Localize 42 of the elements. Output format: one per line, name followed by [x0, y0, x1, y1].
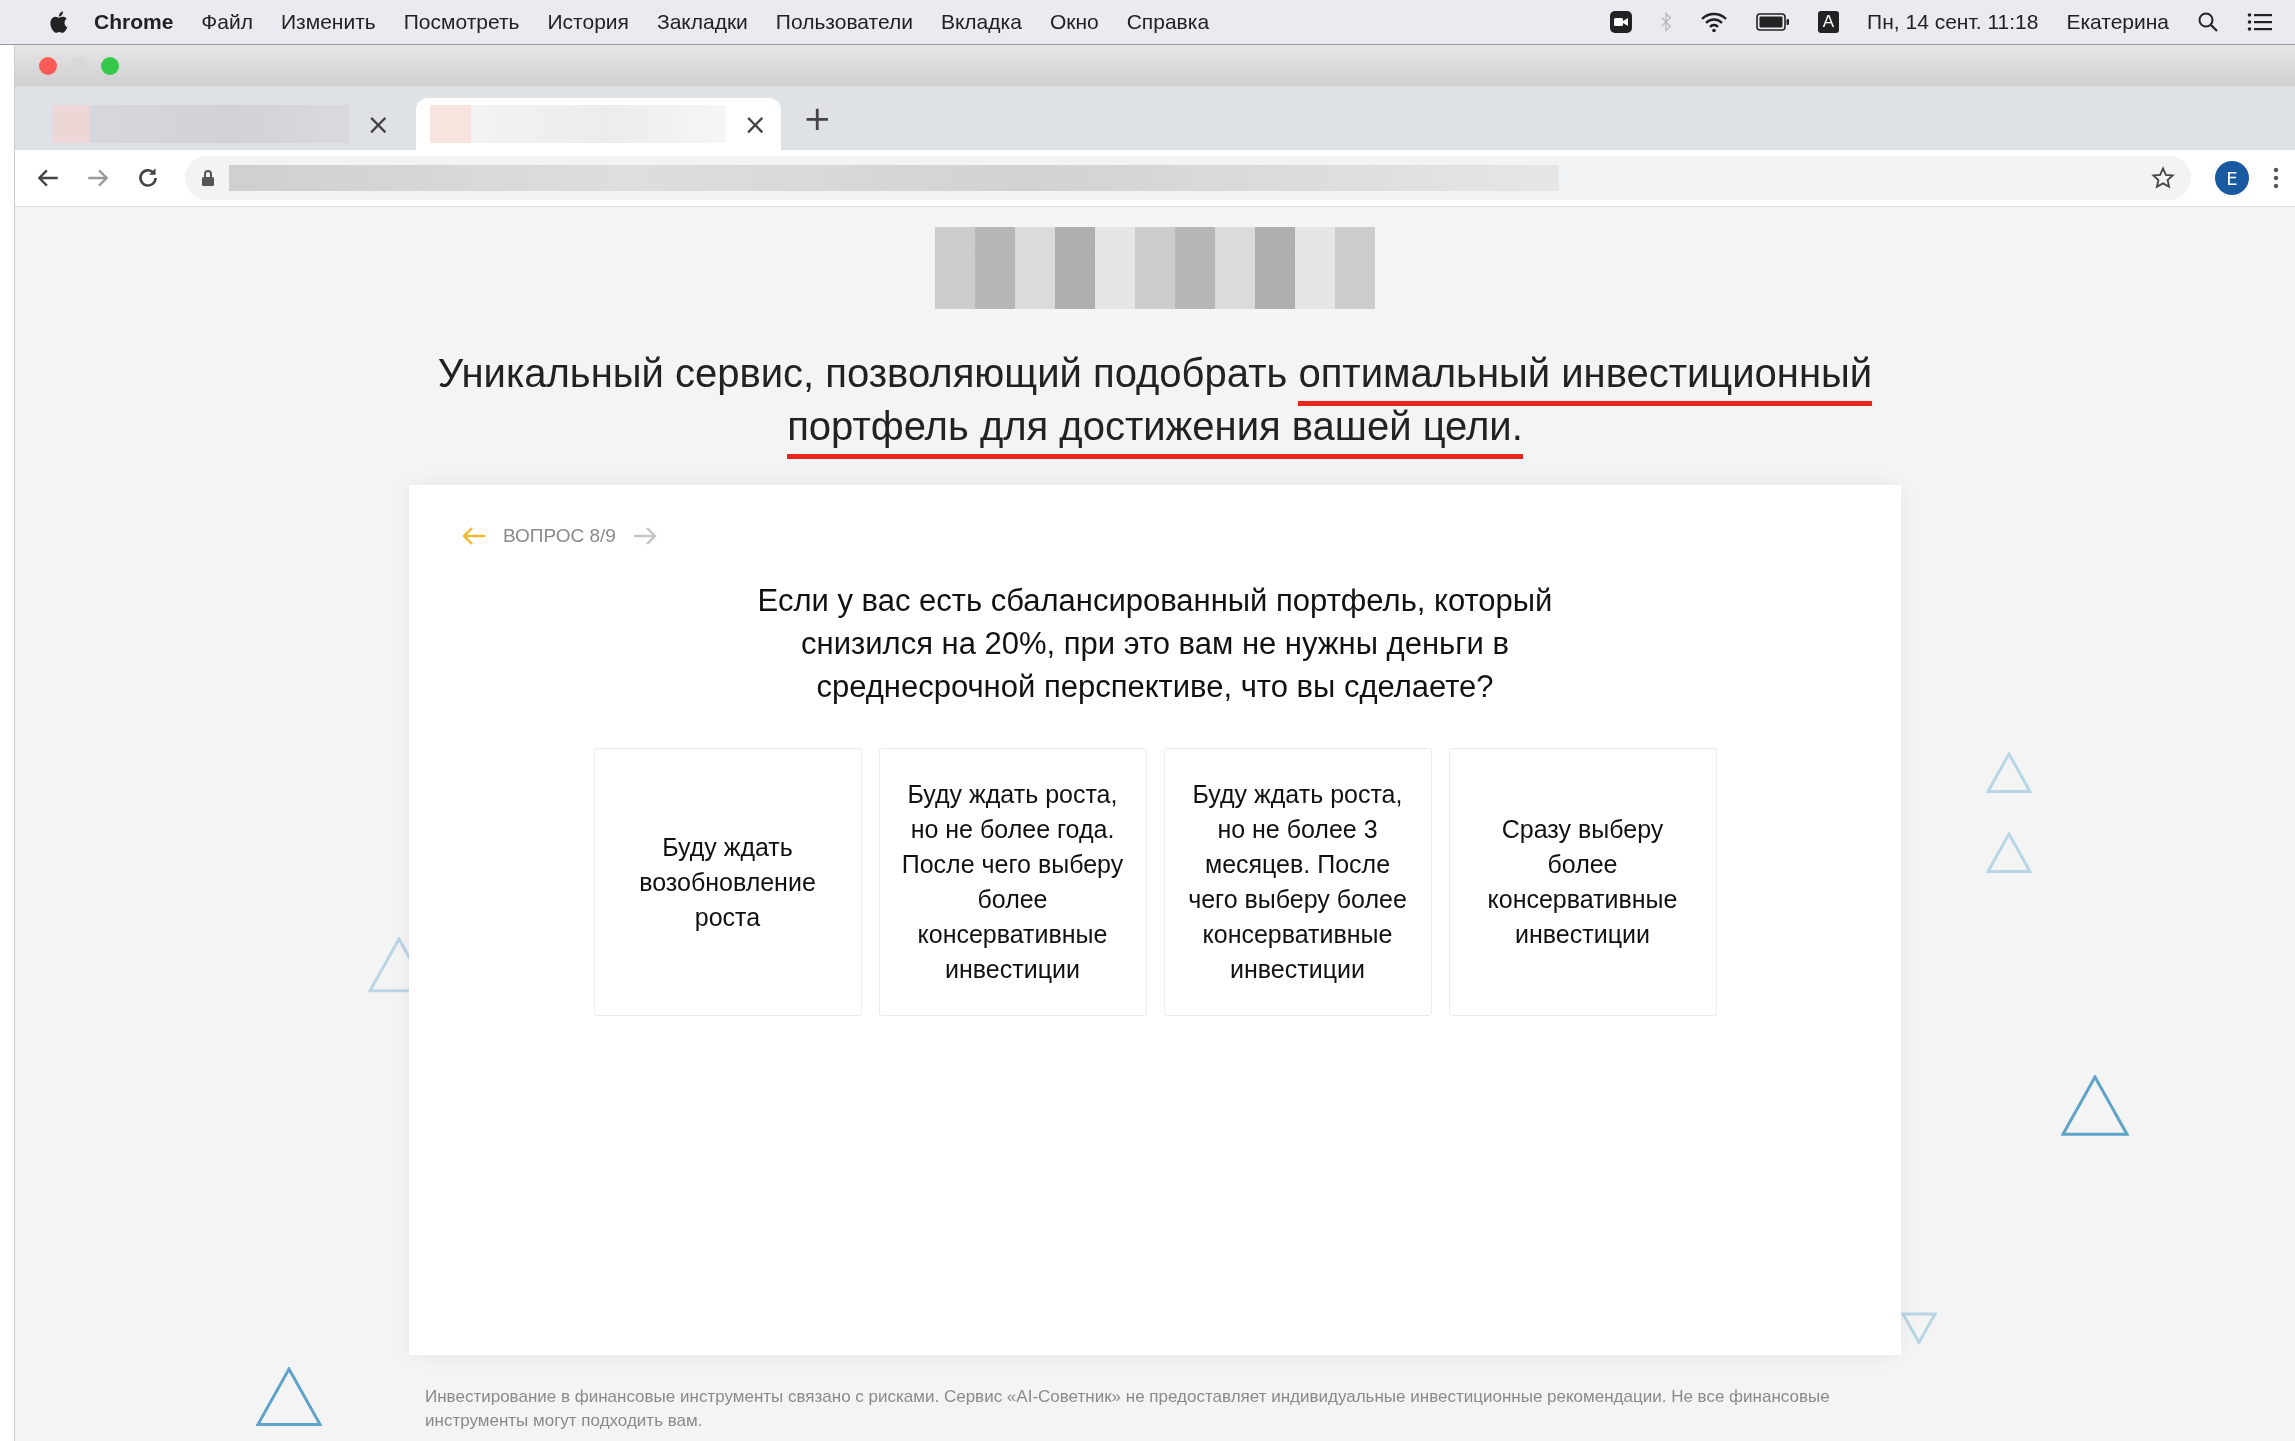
question-counter: ВОПРОС 8/9	[503, 525, 616, 547]
tab-close-button[interactable]: ×	[366, 107, 390, 141]
browser-tab[interactable]: ×	[416, 98, 781, 150]
menu-item[interactable]: Файл	[201, 10, 253, 34]
video-camera-icon[interactable]	[1609, 11, 1632, 33]
triangle-icon	[1986, 752, 2032, 794]
user-name[interactable]: Екатерина	[2066, 10, 2169, 34]
answer-option[interactable]: Сразу выберу более консервативные инвестиции	[1448, 748, 1717, 1016]
wifi-icon[interactable]	[1699, 11, 1728, 33]
triangle-icon	[256, 1367, 322, 1427]
apple-logo-icon[interactable]	[48, 10, 68, 34]
menu-item[interactable]: Изменить	[281, 10, 376, 34]
menu-item[interactable]: Справка	[1126, 10, 1210, 34]
star-icon[interactable]	[2151, 166, 2175, 190]
menu-item[interactable]: Закладки	[656, 10, 748, 34]
disclaimer-text: Инвестирование в финансовые инструменты связано с рисками. Сервис «AI-Советник» не предоставляет индивидуальные инвестиционные рекомендации. Не все финансовые инструменты могут подходить вам.	[425, 1386, 1831, 1432]
menu-item[interactable]: Пользователи	[775, 10, 913, 34]
triangle-icon	[1901, 1312, 1937, 1345]
answer-option[interactable]: Буду ждать возобновление роста	[593, 748, 862, 1016]
tab-close-button[interactable]: ×	[743, 107, 767, 141]
menu-item[interactable]: Chrome	[94, 10, 174, 34]
battery-icon[interactable]	[1755, 13, 1790, 31]
list-icon[interactable]	[2247, 12, 2273, 32]
menu-item[interactable]: Посмотреть	[403, 10, 520, 34]
triangle-icon	[2061, 1075, 2129, 1137]
question-text: Если у вас есть сбалансированный портфель, который снизился на 20%, при это вам не нужны деньги в среднесрочной перспективе, что вы сделаете?	[756, 582, 1554, 706]
browser-tab[interactable]: ×	[39, 98, 404, 150]
menu-item[interactable]: Вкладка	[940, 10, 1022, 34]
input-source-indicator[interactable]: A	[1817, 11, 1840, 33]
address-field[interactable]	[185, 156, 2191, 200]
new-tab-button[interactable]: +	[803, 98, 832, 138]
clock-text[interactable]: Пн, 14 сент. 11:18	[1867, 10, 2039, 34]
answer-option[interactable]: Буду ждать роста, но не более 3 месяцев. После чего выберу более консервативные инвестиции	[1163, 748, 1432, 1016]
profile-avatar[interactable]: E	[2215, 161, 2249, 195]
menu-icon[interactable]	[2273, 167, 2279, 189]
heading-text: Уникальный сервис, позволяющий подобрать оптимальный инвестиционный портфель для достижения вашей цели.	[375, 347, 1935, 465]
lock-icon	[201, 169, 215, 187]
triangle-icon	[1986, 832, 2032, 874]
menu-item[interactable]: История	[547, 10, 629, 34]
search-icon[interactable]	[2197, 11, 2219, 33]
menu-item[interactable]: Окно	[1049, 10, 1099, 34]
answer-option[interactable]: Буду ждать роста, но не более года. После чего выберу более консервативные инвестиции	[878, 748, 1147, 1016]
